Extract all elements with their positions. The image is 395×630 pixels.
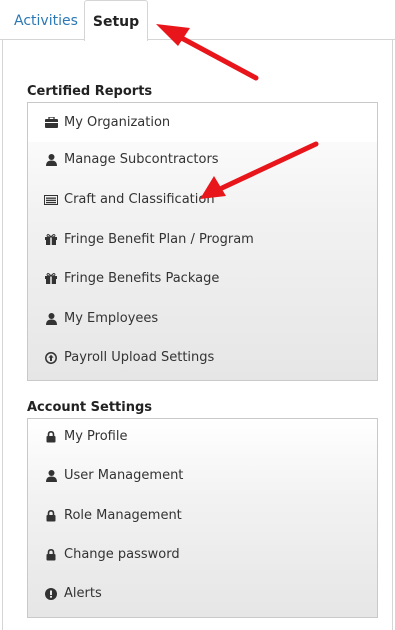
gift-icon	[44, 234, 58, 245]
menu-item-payroll-upload-settings[interactable]: Payroll Upload Settings	[28, 338, 377, 377]
menu-item-label: Alerts	[64, 586, 102, 601]
lock-icon	[44, 430, 58, 443]
menu-item-label: Role Management	[64, 508, 182, 523]
user-icon	[44, 312, 58, 325]
menu-item-label: Manage Subcontractors	[64, 152, 219, 167]
list-card-icon	[44, 194, 58, 205]
user-icon	[44, 153, 58, 166]
menu-item-user-management[interactable]: User Management	[28, 456, 377, 495]
menu-item-my-employees[interactable]: My Employees	[28, 299, 377, 338]
menu-item-label: My Employees	[64, 311, 159, 326]
briefcase-icon	[44, 117, 58, 128]
certified-reports-heading: Certified Reports	[27, 84, 153, 99]
menu-item-manage-subcontractors[interactable]: Manage Subcontractors	[28, 140, 377, 179]
exclamation-circle-icon	[44, 587, 58, 600]
account-settings-heading: Account Settings	[27, 400, 153, 415]
certified-reports-list: My Organization Manage Subcontractors Cr…	[27, 102, 378, 381]
gift-icon	[44, 273, 58, 284]
menu-item-fringe-benefit-plan[interactable]: Fringe Benefit Plan / Program	[28, 220, 377, 259]
tab-bar: Activities Setup	[0, 0, 395, 41]
menu-item-alerts[interactable]: Alerts	[28, 574, 377, 613]
menu-item-my-profile[interactable]: My Profile	[28, 417, 377, 456]
menu-item-label: Craft and Classification	[64, 192, 215, 207]
lock-icon	[44, 509, 58, 522]
tab-activities[interactable]: Activities	[14, 0, 78, 40]
account-settings-list: My Profile User Management Role Manageme…	[27, 418, 378, 618]
menu-item-label: Fringe Benefit Plan / Program	[64, 232, 254, 247]
menu-item-my-organization[interactable]: My Organization	[28, 103, 377, 142]
upload-circle-icon	[44, 351, 58, 364]
lock-icon	[44, 548, 58, 561]
menu-item-label: My Organization	[64, 115, 171, 130]
menu-item-craft-and-classification[interactable]: Craft and Classification	[28, 180, 377, 219]
menu-item-label: My Profile	[64, 429, 128, 444]
user-icon	[44, 469, 58, 482]
menu-item-label: User Management	[64, 468, 184, 483]
menu-item-label: Payroll Upload Settings	[64, 350, 215, 365]
menu-item-change-password[interactable]: Change password	[28, 535, 377, 574]
menu-item-role-management[interactable]: Role Management	[28, 496, 377, 535]
tab-setup[interactable]: Setup	[84, 0, 148, 41]
menu-item-label: Fringe Benefits Package	[64, 271, 220, 286]
menu-item-fringe-benefits-package[interactable]: Fringe Benefits Package	[28, 259, 377, 298]
menu-item-label: Change password	[64, 547, 180, 562]
